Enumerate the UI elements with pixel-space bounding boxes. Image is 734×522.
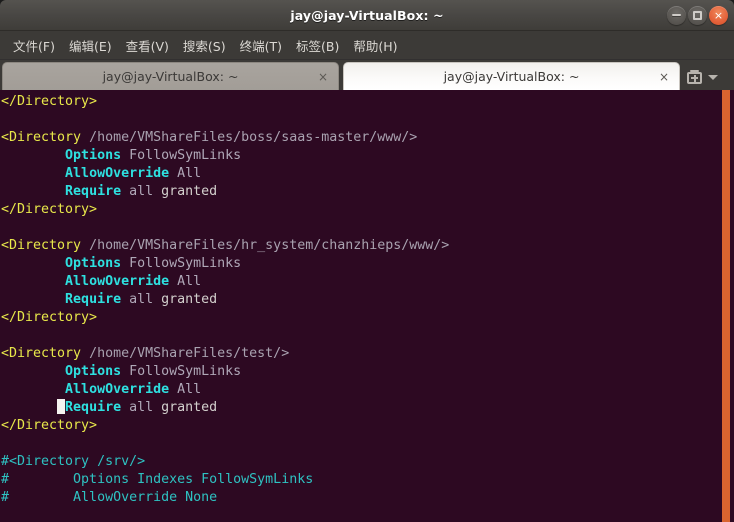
terminal-line: </Directory> [1, 201, 449, 219]
tab-label: jay@jay-VirtualBox: ~ [102, 69, 239, 84]
terminal-token: granted [153, 292, 218, 307]
terminal-token: </Directory> [1, 94, 98, 109]
terminal-line: <Directory /home/VMShareFiles/boss/saas-… [1, 129, 449, 147]
terminal-token: AllowOverride [65, 382, 170, 397]
terminal-line: <Directory /home/VMShareFiles/hr_system/… [1, 237, 449, 255]
terminal-token: /home/VMShareFiles/hr_system/chanzhieps/… [89, 238, 450, 253]
terminal-token: Require [65, 292, 122, 307]
terminal-line: </Directory> [1, 309, 449, 327]
title-bar: jay@jay-VirtualBox: ~ × [0, 0, 734, 31]
tab-label: jay@jay-VirtualBox: ~ [443, 69, 580, 84]
window-title: jay@jay-VirtualBox: ~ [290, 7, 444, 23]
terminal-token: Require [65, 184, 122, 199]
terminal-token: /home/VMShareFiles/boss/saas-master/www/… [89, 130, 418, 145]
terminal-token: <Directory [1, 238, 90, 253]
terminal-token: granted [153, 184, 218, 199]
terminal-token: </Directory> [1, 202, 98, 217]
maximize-icon [693, 10, 702, 20]
terminal-token: </Directory> [1, 418, 98, 433]
terminal-token: all [121, 400, 154, 415]
terminal-line: # AllowOverride None [1, 489, 449, 507]
terminal-token: <Directory [1, 346, 90, 361]
terminal-line: </Directory> [1, 93, 449, 111]
terminal-line: </Directory> [1, 417, 449, 435]
terminal-line: Require all granted [1, 399, 449, 417]
terminal-token: All [169, 382, 202, 397]
menu-item-file[interactable]: 文件(F) [6, 33, 62, 58]
terminal-token: FollowSymLinks [121, 148, 242, 163]
terminal-window: jay@jay-VirtualBox: ~ × 文件(F) 编辑(E) 查看(V… [0, 0, 734, 522]
terminal-token: Options [65, 256, 122, 271]
terminal-line: Require all granted [1, 183, 449, 201]
terminal-token: Require [65, 400, 122, 415]
terminal-text: </Directory> <Directory /home/VMShareFil… [0, 90, 449, 507]
close-icon: × [713, 8, 724, 22]
terminal-token: FollowSymLinks [121, 364, 242, 379]
minimize-button[interactable] [667, 5, 686, 25]
terminal-line: # Options Indexes FollowSymLinks [1, 471, 449, 489]
menu-item-terminal[interactable]: 终端(T) [233, 33, 289, 58]
terminal-token: AllowOverride [65, 166, 170, 181]
tab-active[interactable]: jay@jay-VirtualBox: ~ × [343, 62, 680, 90]
window-controls: × [667, 0, 728, 30]
terminal-line: AllowOverride All [1, 273, 449, 291]
terminal-token: all [121, 184, 154, 199]
terminal-cursor [57, 399, 66, 414]
menu-item-tabs[interactable]: 标签(B) [289, 33, 346, 58]
menu-item-help[interactable]: 帮助(H) [346, 33, 404, 58]
minimize-icon [672, 14, 681, 16]
terminal-token: Options [65, 148, 122, 163]
terminal-token: all [121, 292, 154, 307]
terminal-token: # Options Indexes FollowSymLinks [1, 472, 314, 487]
terminal-token: <Directory [1, 130, 90, 145]
menu-item-edit[interactable]: 编辑(E) [62, 33, 119, 58]
terminal-line: Require all granted [1, 291, 449, 309]
terminal-token: # AllowOverride None [1, 490, 218, 505]
tab-bar: jay@jay-VirtualBox: ~ × jay@jay-VirtualB… [0, 60, 734, 90]
menu-item-view[interactable]: 查看(V) [119, 33, 176, 58]
terminal-token: All [169, 274, 202, 289]
tab-close-icon[interactable]: × [659, 71, 669, 83]
menu-bar: 文件(F) 编辑(E) 查看(V) 搜索(S) 终端(T) 标签(B) 帮助(H… [0, 31, 734, 60]
terminal-token: #<Directory /srv/> [1, 454, 146, 469]
terminal-token: </Directory> [1, 310, 98, 325]
tab-inactive[interactable]: jay@jay-VirtualBox: ~ × [2, 62, 339, 90]
terminal-line: <Directory /home/VMShareFiles/test/> [1, 345, 449, 363]
menu-item-search[interactable]: 搜索(S) [176, 33, 233, 58]
terminal-token: AllowOverride [65, 274, 170, 289]
terminal-scrollbar[interactable] [722, 90, 730, 522]
terminal-token: Options [65, 364, 122, 379]
new-tab-icon[interactable] [687, 70, 702, 85]
close-button[interactable]: × [709, 5, 728, 25]
terminal-body[interactable]: </Directory> <Directory /home/VMShareFil… [0, 90, 734, 522]
terminal-line: Options FollowSymLinks [1, 363, 449, 381]
tab-tools [687, 70, 718, 90]
terminal-token: /home/VMShareFiles/test/> [89, 346, 290, 361]
terminal-token: FollowSymLinks [121, 256, 242, 271]
terminal-line: AllowOverride All [1, 165, 449, 183]
terminal-token: All [169, 166, 202, 181]
tab-close-icon[interactable]: × [318, 71, 328, 83]
maximize-button[interactable] [688, 5, 707, 25]
terminal-line: Options FollowSymLinks [1, 255, 449, 273]
chevron-down-icon[interactable] [708, 75, 718, 80]
vim-status-line: 191,1-8 78% [0, 506, 734, 522]
terminal-token: granted [153, 400, 218, 415]
terminal-line: Options FollowSymLinks [1, 147, 449, 165]
terminal-line: #<Directory /srv/> [1, 453, 449, 471]
terminal-line: AllowOverride All [1, 381, 449, 399]
